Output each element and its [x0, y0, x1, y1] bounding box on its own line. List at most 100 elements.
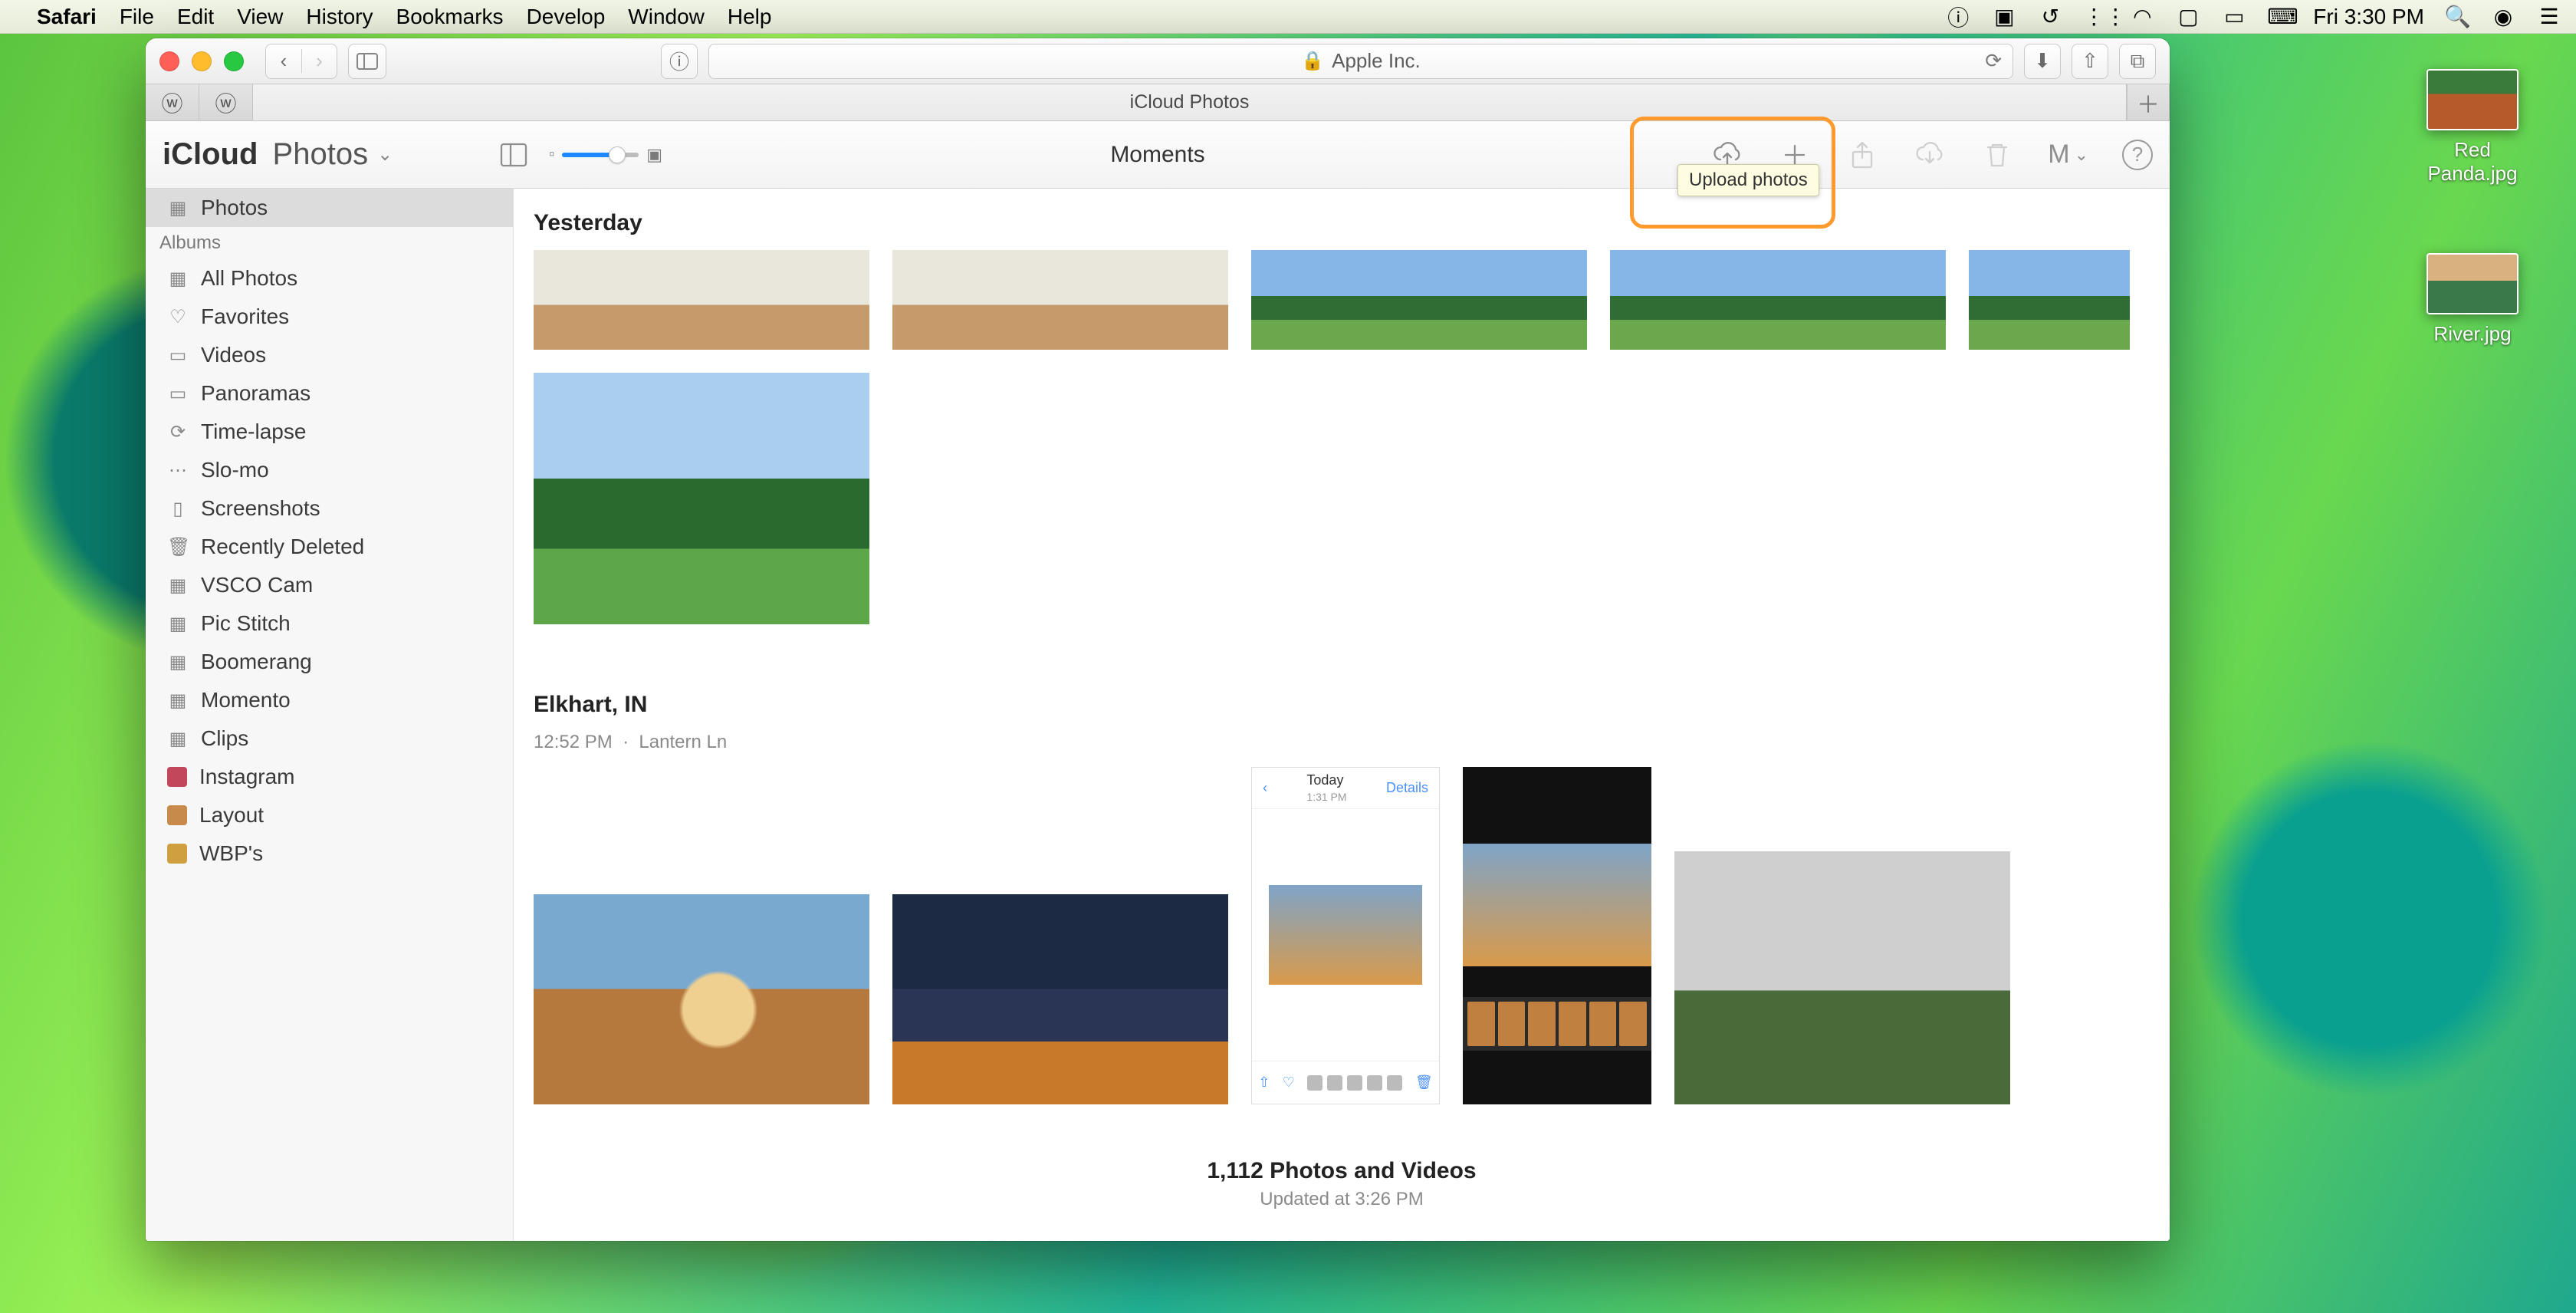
stack-icon: ▦ [167, 268, 189, 290]
address-bar[interactable]: 🔒 Apple Inc. ⟳ [708, 44, 2013, 79]
photo-thumbnail[interactable] [534, 894, 869, 1104]
photo-thumbnail-iphone-screenshot[interactable] [1463, 767, 1651, 1104]
menubar-textinput-icon[interactable]: ⌨ [2267, 4, 2293, 29]
album-icon: ▦ [167, 574, 189, 597]
new-tab-button[interactable]: ＋ [2127, 84, 2170, 120]
sidebar-item-wbps[interactable]: WBP's [146, 834, 513, 873]
sidebar-item-slomo[interactable]: ⋯Slo-mo [146, 451, 513, 489]
menubar-bluetooth-icon[interactable]: ⋮⋮ [2083, 4, 2109, 29]
safari-toolbar: ‹ › ⓘ 🔒 Apple Inc. ⟳ ⬇ ⇧ ⧉ [146, 38, 2170, 84]
brand-bold: iCloud [163, 137, 258, 172]
desktop-wallpaper: Safari File Edit View History Bookmarks … [0, 0, 2576, 1313]
menubar-battery-icon[interactable]: ▭ [2221, 4, 2247, 29]
desktop-file-river[interactable]: River.jpg [2423, 253, 2522, 347]
album-icon: ▦ [167, 728, 189, 750]
yesterday-row-1 [514, 250, 2170, 350]
sidebar-item-panoramas[interactable]: ▭Panoramas [146, 374, 513, 413]
reload-icon[interactable]: ⟳ [1985, 49, 2002, 73]
section-elkhart-title: Elkhart, IN [514, 670, 2170, 732]
photo-thumbnail[interactable] [1969, 250, 2130, 350]
album-color-icon [167, 767, 187, 787]
photo-thumbnail-ipad-screenshot[interactable]: ‹ Today1:31 PM Details ⇧♡ 🗑 [1251, 767, 1440, 1104]
desktop-file-red-panda[interactable]: Red Panda.jpg [2423, 69, 2522, 187]
delete-button [1980, 138, 2014, 172]
downloads-button[interactable]: ⬇ [2024, 44, 2061, 79]
sidebar-item-instagram[interactable]: Instagram [146, 758, 513, 796]
menu-develop[interactable]: Develop [527, 5, 606, 29]
menubar-wifi-icon[interactable]: ◠ [2129, 4, 2155, 29]
photo-thumbnail[interactable] [1674, 851, 2010, 1104]
menu-view[interactable]: View [237, 5, 283, 29]
menu-edit[interactable]: Edit [177, 5, 214, 29]
brand-thin: Photos [273, 137, 369, 172]
tab-title: iCloud Photos [1130, 91, 1250, 114]
sidebar-toggle-button[interactable] [348, 44, 386, 79]
file-label: Red Panda.jpg [2423, 137, 2522, 187]
lock-icon: 🔒 [1301, 50, 1324, 72]
photo-thumbnail[interactable] [892, 250, 1228, 350]
sidebar-item-favorites[interactable]: ♡Favorites [146, 298, 513, 336]
close-window-button[interactable] [159, 51, 179, 71]
share-button[interactable]: ⇧ [2072, 44, 2108, 79]
album-color-icon [167, 805, 187, 825]
zoom-track[interactable] [562, 153, 639, 157]
user-initial: M [2048, 140, 2069, 169]
trash-icon [1982, 140, 2013, 170]
menubar-spotlight-icon[interactable]: 🔍 [2444, 4, 2470, 29]
pinned-tab-wordpress[interactable]: ⓦ [146, 84, 199, 120]
menubar-clock[interactable]: Fri 3:30 PM [2313, 5, 2424, 29]
account-menu[interactable]: M ⌄ [2048, 140, 2088, 169]
sidebar-item-momento[interactable]: ▦Momento [146, 681, 513, 719]
tab-icloud-photos[interactable]: iCloud Photos [253, 84, 2127, 120]
sidebar-item-timelapse[interactable]: ⟳Time-lapse [146, 413, 513, 451]
sidebar-item-recently-deleted[interactable]: 🗑Recently Deleted [146, 528, 513, 566]
menubar-1password-icon[interactable]: ▣ [1991, 4, 2017, 29]
photos-content[interactable]: Yesterday Elkhart, IN 12:52 PM · Lantern… [514, 189, 2170, 1241]
sidebar-layout-toggle[interactable] [497, 138, 531, 172]
photo-thumbnail[interactable] [1610, 250, 1946, 350]
sidebar-item-videos[interactable]: ▭Videos [146, 336, 513, 374]
menu-file[interactable]: File [120, 5, 154, 29]
menu-bookmarks[interactable]: Bookmarks [396, 5, 504, 29]
photo-thumbnail[interactable] [1251, 250, 1587, 350]
thumbnail-zoom-slider[interactable]: ▫ ▣ [549, 145, 662, 165]
privacy-report-button[interactable]: ⓘ [661, 44, 698, 79]
trash-icon: 🗑 [167, 536, 189, 558]
sidebar-item-screenshots[interactable]: ▯Screenshots [146, 489, 513, 528]
sidebar-item-clips[interactable]: ▦Clips [146, 719, 513, 758]
menubar-siri-icon[interactable]: ◉ [2490, 4, 2516, 29]
menu-history[interactable]: History [306, 5, 373, 29]
sidebar-item-label: Instagram [199, 765, 295, 789]
menu-help[interactable]: Help [728, 5, 772, 29]
sidebar-icon [356, 53, 378, 70]
minimize-window-button[interactable] [192, 51, 212, 71]
sidebar-item-photos[interactable]: ▦ Photos [146, 189, 513, 227]
photo-thumbnail[interactable] [534, 373, 869, 624]
sidebar-item-label: Photos [201, 196, 268, 220]
menubar-accessibility-icon[interactable]: ⓘ [1945, 2, 1971, 32]
forward-button[interactable]: › [301, 49, 337, 73]
sidebar-item-all-photos[interactable]: ▦All Photos [146, 259, 513, 298]
photo-thumbnail[interactable] [534, 250, 869, 350]
fullscreen-window-button[interactable] [224, 51, 244, 71]
photo-thumbnail[interactable] [892, 894, 1228, 1104]
sidebar-item-vsco[interactable]: ▦VSCO Cam [146, 566, 513, 604]
zoom-knob[interactable] [609, 146, 626, 163]
back-button[interactable]: ‹ [266, 49, 301, 73]
show-tabs-button[interactable]: ⧉ [2119, 44, 2156, 79]
menubar-airplay-icon[interactable]: ▢ [2175, 4, 2201, 29]
zoom-out-icon: ▫ [549, 146, 554, 163]
sidebar-item-label: WBP's [199, 841, 263, 866]
menubar-timemachine-icon[interactable]: ↺ [2037, 4, 2063, 29]
icloud-brand-dropdown[interactable]: iCloud Photos ⌄ [163, 137, 393, 172]
menu-window[interactable]: Window [628, 5, 705, 29]
menubar-app-name[interactable]: Safari [37, 5, 97, 29]
sidebar-item-picstitch[interactable]: ▦Pic Stitch [146, 604, 513, 643]
pinned-tab-wordpress-2[interactable]: ⓦ [199, 84, 253, 120]
help-button[interactable]: ? [2122, 140, 2153, 170]
sidebar-item-boomerang[interactable]: ▦Boomerang [146, 643, 513, 681]
album-icon: ▦ [167, 613, 189, 635]
library-count: 1,112 Photos and Videos [514, 1158, 2170, 1184]
menubar-notifications-icon[interactable]: ☰ [2536, 4, 2562, 29]
sidebar-item-layout[interactable]: Layout [146, 796, 513, 834]
